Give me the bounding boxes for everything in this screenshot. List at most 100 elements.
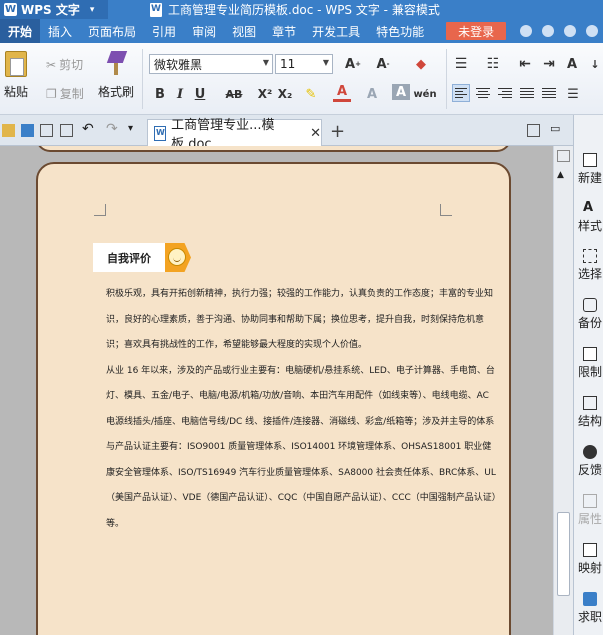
skin-icon[interactable] <box>542 25 555 37</box>
shirt-icon[interactable] <box>564 25 577 37</box>
menu-page-layout[interactable]: 页面布局 <box>80 19 144 43</box>
ribbon-divider <box>142 49 143 109</box>
document-canvas[interactable]: 自我评价 积极乐观，具有开拓创新精神，执行力强；较强的工作能力，认真负责的工作态… <box>0 146 553 635</box>
increase-indent-icon[interactable]: ⇥ <box>540 54 558 74</box>
redo-icon[interactable]: ↷ <box>106 121 119 137</box>
bullet-list-icon[interactable]: ☰ <box>452 54 470 74</box>
task-new[interactable]: 新建 <box>574 153 603 186</box>
save-icon[interactable] <box>21 124 34 137</box>
menu-developer[interactable]: 开发工具 <box>304 19 368 43</box>
distributed-align-icon[interactable] <box>540 84 558 102</box>
previous-page <box>36 146 511 152</box>
scroll-up-icon[interactable]: ▲ <box>557 170 570 182</box>
task-mapping-label: 映射 <box>577 561 602 575</box>
margin-corner-marker <box>94 204 106 216</box>
margin-corner-marker <box>440 204 452 216</box>
char-shading-icon[interactable]: A <box>392 84 410 100</box>
task-feedback-label: 反馈 <box>577 463 602 477</box>
task-select-label: 选择 <box>577 267 602 281</box>
text-effect-icon[interactable]: A <box>363 84 381 104</box>
briefcase-icon <box>583 592 597 606</box>
sort-icon[interactable]: ↓ <box>586 54 603 74</box>
superscript-icon[interactable]: X² <box>256 84 274 104</box>
bold-icon[interactable]: B <box>151 84 169 104</box>
menu-special-features[interactable]: 特色功能 <box>368 19 432 43</box>
scissors-icon: ✂ <box>46 57 57 72</box>
close-icon[interactable]: ✕ <box>310 126 321 141</box>
format-painter-button[interactable]: 格式刷 <box>98 51 134 100</box>
task-job[interactable]: 求职 <box>574 592 603 625</box>
body-text[interactable]: 积极乐观，具有开拓创新精神，执行力强；较强的工作能力，认真负责的工作态度；丰富的… <box>106 282 498 537</box>
app-menu-button[interactable]: W WPS 文字 ▾ <box>0 0 108 19</box>
task-select[interactable]: 选择 <box>574 249 603 282</box>
document-icon <box>150 2 162 17</box>
task-properties[interactable]: 属性 <box>574 494 603 527</box>
font-size-select[interactable]: 11 ▼ <box>275 54 333 74</box>
font-name-value: 微软雅黑 <box>154 57 203 72</box>
shrink-font-icon[interactable]: A- <box>374 54 392 74</box>
menu-view[interactable]: 视图 <box>224 19 264 43</box>
new-tab-icon[interactable]: + <box>330 121 345 142</box>
copy-button[interactable]: ❐ 复制 <box>46 85 84 102</box>
justify-icon[interactable] <box>518 84 536 102</box>
task-styles[interactable]: A 样式 <box>574 201 603 234</box>
menu-references[interactable]: 引用 <box>144 19 184 43</box>
menu-insert[interactable]: 插入 <box>40 19 80 43</box>
menu-review[interactable]: 审阅 <box>184 19 224 43</box>
phonetic-guide-icon[interactable]: wén <box>413 84 436 104</box>
new-document-icon <box>583 153 597 167</box>
undo-icon[interactable]: ↶ <box>82 121 95 137</box>
open-folder-icon[interactable] <box>2 124 15 137</box>
tab-list-icon[interactable] <box>527 124 540 137</box>
print-preview-icon[interactable] <box>60 124 73 137</box>
task-pane: 新建 A 样式 选择 备份 限制 结构 反馈 属性 映射 求职 <box>573 115 603 635</box>
structure-icon <box>583 396 597 410</box>
task-mapping[interactable]: 映射 <box>574 543 603 576</box>
document-page[interactable]: 自我评价 积极乐观，具有开拓创新精神，执行力强；较强的工作能力，认真负责的工作态… <box>36 162 511 635</box>
decrease-indent-icon[interactable]: ⇤ <box>516 54 534 74</box>
italic-icon[interactable]: I <box>171 84 189 104</box>
print-icon[interactable] <box>40 124 53 137</box>
grow-font-icon[interactable]: A + <box>344 54 362 74</box>
format-painter-label: 格式刷 <box>98 85 135 99</box>
minimize-pane-icon[interactable]: ▭ <box>550 122 563 135</box>
subscript-icon[interactable]: X₂ <box>276 84 294 104</box>
align-right-icon[interactable] <box>496 84 514 102</box>
help-icon[interactable] <box>586 25 599 37</box>
font-size-value: 11 <box>280 57 296 71</box>
numbered-list-icon[interactable]: ☷ <box>484 54 502 74</box>
align-center-icon[interactable] <box>474 84 492 102</box>
chinese-layout-icon[interactable]: A <box>563 54 581 74</box>
restrict-icon <box>583 347 597 361</box>
align-left-icon[interactable] <box>452 84 470 102</box>
underline-icon[interactable]: U <box>191 84 209 104</box>
chevron-down-icon: ▼ <box>262 58 269 67</box>
strikethrough-icon[interactable]: AB <box>221 84 247 104</box>
task-structure[interactable]: 结构 <box>574 396 603 429</box>
cut-button[interactable]: ✂ 剪切 <box>46 56 83 73</box>
task-backup[interactable]: 备份 <box>574 298 603 331</box>
document-tab[interactable]: 工商管理专业...模板.doc ✕ <box>147 118 322 152</box>
sync-icon[interactable] <box>520 25 533 37</box>
properties-icon <box>583 494 597 508</box>
chevron-down-icon[interactable]: ▾ <box>128 123 141 136</box>
paste-button[interactable]: 粘贴 <box>4 51 28 100</box>
task-backup-label: 备份 <box>577 316 602 330</box>
login-button[interactable]: 未登录 <box>446 22 507 40</box>
font-color-icon[interactable]: A <box>333 84 351 102</box>
menu-chapter[interactable]: 章节 <box>264 19 304 43</box>
line-spacing-icon[interactable]: ☰ <box>564 84 582 104</box>
scrollbar-thumb[interactable] <box>557 512 570 596</box>
split-view-icon[interactable] <box>557 150 570 162</box>
task-job-label: 求职 <box>577 610 602 624</box>
vertical-scrollbar[interactable]: ▲ <box>553 146 573 635</box>
task-restrict[interactable]: 限制 <box>574 347 603 380</box>
cut-label: 剪切 <box>59 58 84 72</box>
menu-home[interactable]: 开始 <box>0 19 41 43</box>
highlight-icon[interactable]: ✎ <box>302 84 320 104</box>
font-name-select[interactable]: 微软雅黑 ▼ <box>149 54 273 74</box>
chevron-down-icon: ▾ <box>89 4 95 15</box>
task-feedback[interactable]: 反馈 <box>574 445 603 478</box>
copy-icon: ❐ <box>46 86 57 101</box>
clear-format-icon[interactable]: ◆ <box>412 54 430 74</box>
